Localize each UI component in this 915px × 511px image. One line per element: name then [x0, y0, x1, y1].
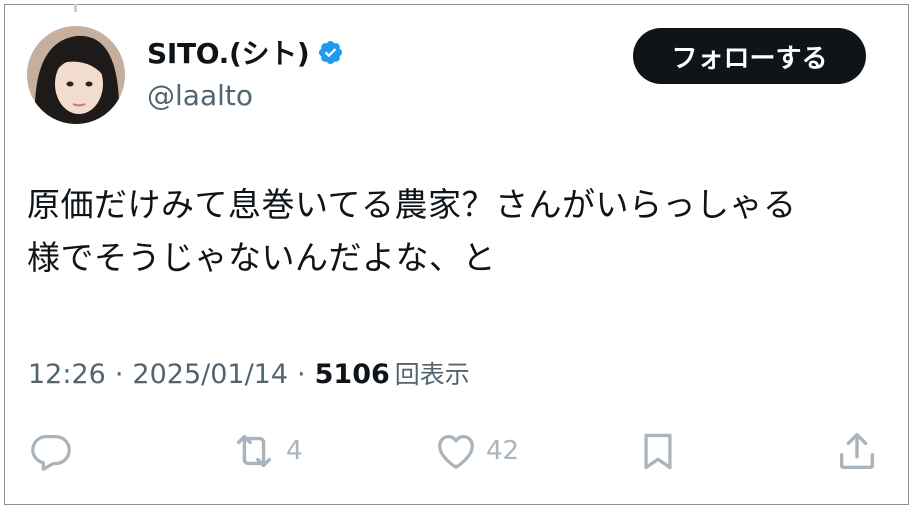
bookmark-icon: [644, 433, 672, 470]
thread-connector: [74, 4, 77, 12]
meta-separator: ·: [114, 359, 124, 390]
share-button[interactable]: [834, 428, 880, 474]
bookmark-button[interactable]: [636, 428, 680, 474]
like-button[interactable]: 42: [432, 428, 519, 474]
action-bar: 4 42: [0, 428, 915, 476]
verified-badge-icon: [319, 40, 343, 64]
tweet-text: 原価だけみて息巻いてる農家？さんがいらっしゃる 様でそうじゃないんだよな、と: [27, 178, 867, 284]
tweet-text-line: 原価だけみて息巻いてる農家？さんがいらっしゃる: [27, 185, 797, 224]
follow-button[interactable]: フォローする: [633, 28, 866, 84]
share-icon: [839, 432, 875, 470]
retweet-count: 4: [286, 436, 303, 466]
retweet-icon: [236, 434, 272, 468]
tweet-meta: 12:26 · 2025/01/14 · 5106 回表示: [28, 355, 470, 391]
like-count: 42: [486, 436, 520, 466]
tweet-date[interactable]: 2025/01/14: [132, 359, 288, 390]
reply-icon: [31, 434, 71, 471]
view-count: 5106: [314, 359, 390, 390]
tweet-time[interactable]: 12:26: [28, 359, 106, 390]
retweet-button[interactable]: 4: [228, 428, 303, 474]
author-display-name[interactable]: SITO.(シト): [147, 32, 310, 72]
author-handle[interactable]: @laalto: [147, 79, 253, 112]
meta-separator: ·: [297, 359, 306, 390]
tweet-text-line: 様でそうじゃないんだよな、と: [27, 238, 496, 277]
view-count-label: 回表示: [394, 360, 470, 389]
author-name-row[interactable]: SITO.(シト): [147, 32, 344, 72]
avatar[interactable]: [27, 26, 125, 124]
heart-icon: [438, 434, 474, 469]
reply-button[interactable]: [28, 428, 74, 474]
